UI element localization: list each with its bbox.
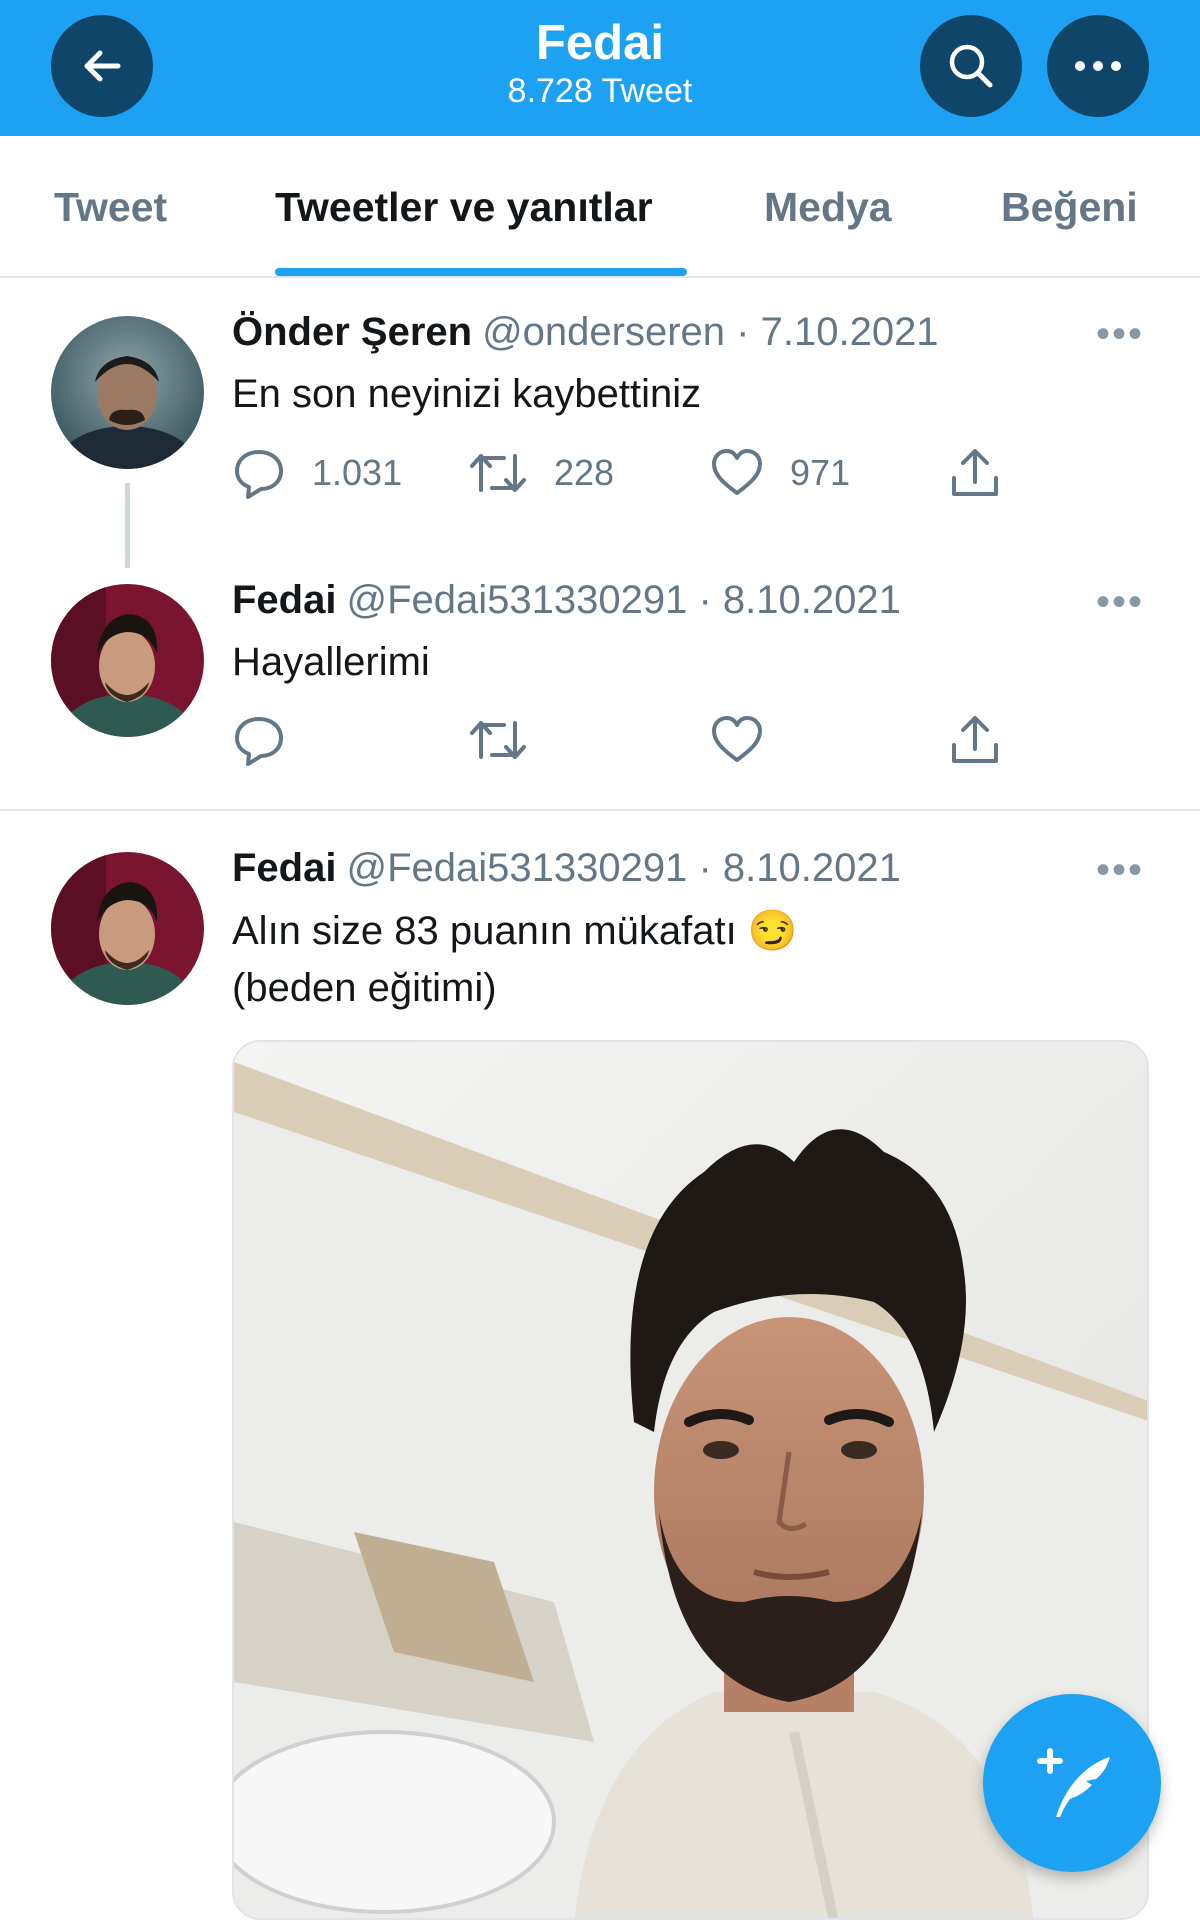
app-header: Fedai 8.728 Tweet xyxy=(0,0,1200,136)
author-name[interactable]: Fedai xyxy=(232,846,336,890)
share-button[interactable] xyxy=(948,446,1028,500)
more-button[interactable] xyxy=(1047,15,1149,117)
tweet-header: Fedai @Fedai531330291 · 8.10.2021 xyxy=(232,846,901,891)
reply-icon xyxy=(235,717,283,766)
compose-tweet-icon xyxy=(1037,1748,1110,1817)
author-name[interactable]: Önder Şeren xyxy=(232,310,472,354)
tweet-text-line: (beden eğitimi) xyxy=(232,966,497,1010)
author-name[interactable]: Fedai xyxy=(232,578,336,622)
profile-tabs: Tweet Tweetler ve yanıtlar Medya Beğeni xyxy=(0,136,1200,278)
tweet-date: · 8.10.2021 xyxy=(698,846,901,890)
tweet-header: Fedai @Fedai531330291 · 8.10.2021 xyxy=(232,578,901,623)
author-handle: @Fedai531330291 xyxy=(346,846,688,890)
avatar[interactable] xyxy=(51,584,204,737)
more-horizontal-icon xyxy=(1075,61,1121,71)
tweet-count: 8.728 Tweet xyxy=(507,72,693,110)
tweet-more-button[interactable]: ••• xyxy=(1096,848,1144,893)
retweet-button[interactable] xyxy=(468,713,554,767)
avatar[interactable] xyxy=(51,316,204,469)
search-button[interactable] xyxy=(920,15,1022,117)
tab-tweets-and-replies[interactable]: Tweetler ve yanıtlar xyxy=(275,184,653,231)
compose-tweet-button[interactable] xyxy=(983,1694,1161,1872)
heart-icon xyxy=(712,449,762,495)
profile-name: Fedai xyxy=(536,16,664,70)
share-icon xyxy=(952,449,998,496)
reply-button[interactable] xyxy=(232,713,312,767)
like-button[interactable]: 971 xyxy=(710,446,850,500)
thread-connector xyxy=(125,483,130,568)
reply-icon xyxy=(235,450,283,499)
tweet-text: Hayallerimi xyxy=(232,640,430,684)
retweet-icon xyxy=(470,454,526,492)
like-count: 971 xyxy=(790,452,851,493)
tab-media[interactable]: Medya xyxy=(764,184,892,231)
avatar[interactable] xyxy=(51,852,204,1005)
retweet-count: 228 xyxy=(554,452,615,493)
heart-icon xyxy=(712,716,762,762)
active-tab-indicator xyxy=(275,268,687,276)
retweet-button[interactable]: 228 xyxy=(468,446,614,500)
reply-button[interactable]: 1.031 xyxy=(232,446,402,500)
tab-likes[interactable]: Beğeni xyxy=(1001,184,1138,231)
tweet-more-button[interactable]: ••• xyxy=(1096,580,1144,625)
reply-count: 1.031 xyxy=(312,452,403,493)
like-button[interactable] xyxy=(710,713,790,767)
tweet-date: · 8.10.2021 xyxy=(698,578,901,622)
tweet-header: Önder Şeren @onderseren · 7.10.2021 xyxy=(232,310,939,355)
author-handle: @Fedai531330291 xyxy=(346,578,688,622)
retweet-icon xyxy=(470,721,526,759)
back-button[interactable] xyxy=(51,15,153,117)
tweet-date: · 7.10.2021 xyxy=(736,310,939,354)
profile-title-block: Fedai 8.728 Tweet xyxy=(300,14,900,112)
tweet-text: En son neyinizi kaybettiniz xyxy=(232,372,702,416)
tab-tweet[interactable]: Tweet xyxy=(54,184,167,231)
search-icon xyxy=(949,44,993,88)
share-button[interactable] xyxy=(948,713,1028,767)
tweet-text-line: Alın size 83 puanın mükafatı 😏 xyxy=(232,909,798,953)
author-handle: @onderseren xyxy=(482,310,726,354)
tweet-divider xyxy=(0,809,1200,811)
tweet-more-button[interactable]: ••• xyxy=(1096,312,1144,357)
share-icon xyxy=(952,716,998,763)
arrow-left-icon xyxy=(84,50,121,82)
